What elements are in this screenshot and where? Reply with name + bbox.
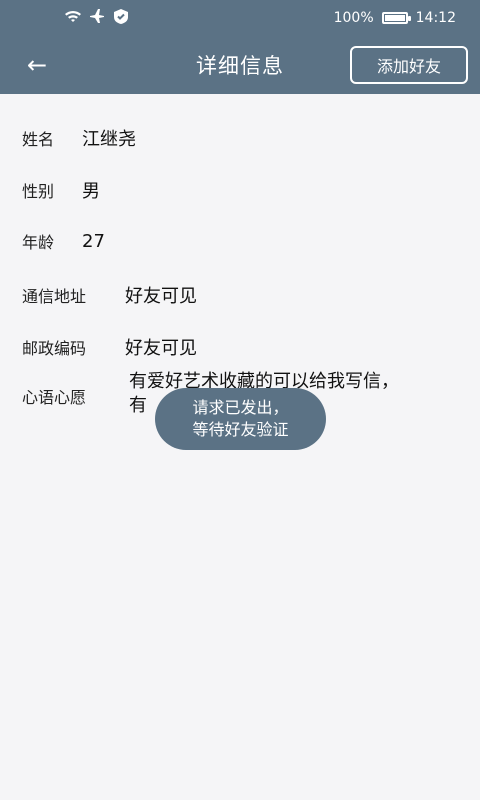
back-button[interactable]: ←: [20, 48, 54, 82]
status-icons: [64, 8, 128, 28]
age-row: 年龄 27: [22, 229, 105, 253]
status-right: 100% 14:12: [334, 10, 456, 26]
age-label: 年龄: [22, 233, 55, 252]
toast-message: 请求已发出， 等待好友验证: [155, 388, 326, 450]
gender-value: 男: [82, 181, 101, 202]
address-label: 通信地址: [22, 287, 87, 306]
battery-percent: 100%: [333, 10, 374, 26]
zipcode-label: 邮政编码: [22, 339, 87, 358]
wifi-icon: [64, 9, 82, 27]
zipcode-value: 好友可见: [125, 338, 198, 359]
name-label: 姓名: [22, 130, 55, 149]
zipcode-row: 邮政编码 好友可见: [22, 334, 197, 360]
add-friend-button[interactable]: 添加好友: [350, 46, 468, 84]
shield-icon: [114, 8, 128, 28]
age-value: 27: [82, 230, 105, 252]
status-bar: 100% 14:12: [0, 0, 480, 36]
toast-line-1: 请求已发出，: [192, 398, 289, 417]
toast-line-2: 等待好友验证: [192, 420, 289, 439]
name-row: 姓名 江继尧: [22, 125, 136, 151]
address-value: 好友可见: [125, 286, 198, 307]
gender-label: 性别: [22, 182, 55, 201]
battery-icon: [381, 12, 411, 24]
wish-row: 心语心愿: [22, 382, 86, 408]
wish-label: 心语心愿: [22, 388, 87, 407]
arrow-left-icon: ←: [26, 51, 48, 79]
page-title: 详细信息: [196, 54, 284, 78]
clock: 14:12: [415, 10, 456, 26]
airplane-icon: [90, 9, 106, 27]
address-row: 通信地址 好友可见: [22, 282, 197, 308]
name-value: 江继尧: [82, 129, 137, 150]
app-bar: ← 详细信息 添加好友: [0, 36, 480, 94]
gender-row: 性别 男: [22, 177, 100, 203]
